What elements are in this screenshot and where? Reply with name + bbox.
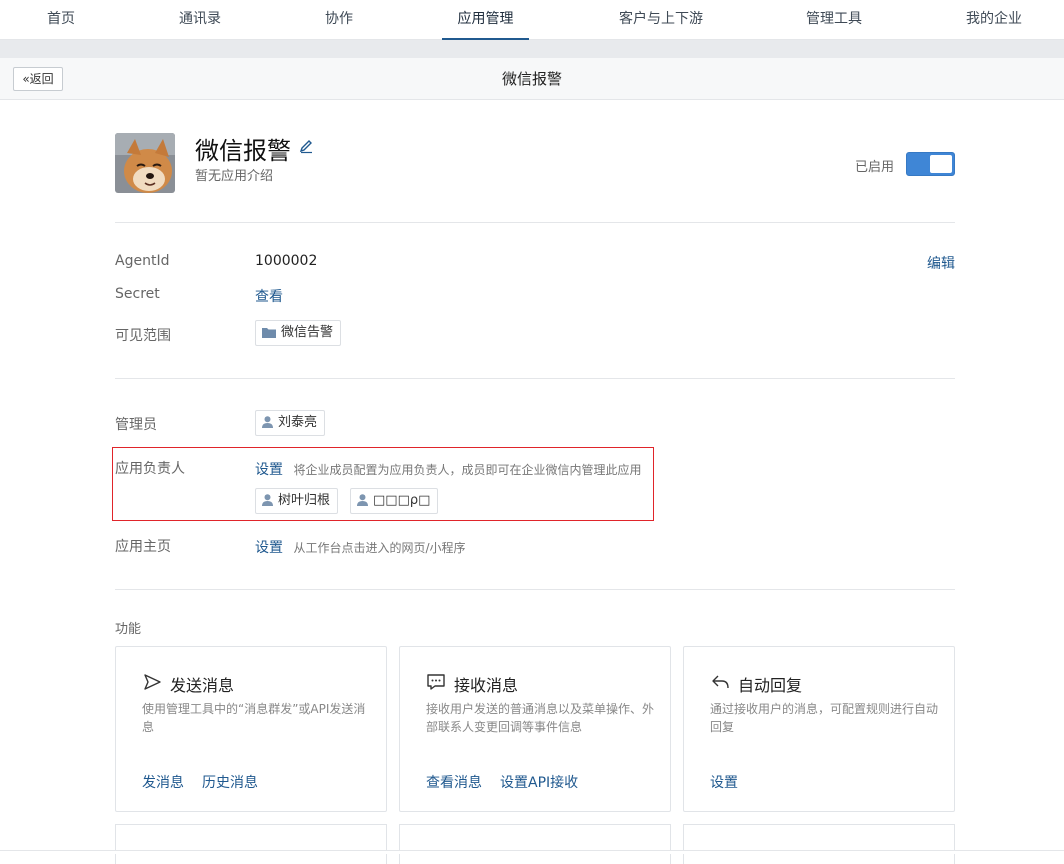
owner-tag[interactable]: 树叶归根 <box>255 488 339 515</box>
double-chevron-left-icon: « <box>22 72 30 86</box>
app-avatar <box>115 133 175 193</box>
admin-tag-label: 刘泰亮 <box>278 415 318 430</box>
app-description: 暂无应用介绍 <box>195 169 274 184</box>
pencil-icon[interactable] <box>298 138 314 154</box>
header-gap <box>0 40 1064 58</box>
owner-setting: 设置 将企业成员配置为应用负责人，成员即可在企业微信内管理此应用 <box>255 459 641 479</box>
divider <box>115 222 955 223</box>
nav-item-customers[interactable]: 客户与上下游 <box>612 0 710 40</box>
nav-item-management-tools[interactable]: 管理工具 <box>799 0 869 40</box>
user-icon <box>357 491 368 515</box>
auto-reply-settings-link[interactable]: 设置 <box>710 775 738 791</box>
reply-icon <box>710 672 730 692</box>
view-messages-link[interactable]: 查看消息 <box>426 775 482 791</box>
feature-card-partial <box>683 824 955 864</box>
enable-toggle[interactable] <box>906 152 955 176</box>
divider <box>115 589 955 590</box>
user-icon <box>262 491 273 515</box>
owner-tag[interactable]: □□□ρ□ <box>350 488 439 515</box>
agentid-value: 1000002 <box>255 253 318 269</box>
card-description: 使用管理工具中的“消息群发”或API发送消息 <box>142 702 366 734</box>
top-nav: 首页 通讯录 协作 应用管理 客户与上下游 管理工具 我的企业 <box>0 0 1064 40</box>
card-title: 自动回复 <box>738 676 803 695</box>
homepage-hint: 从工作台点击进入的网页/小程序 <box>293 541 466 555</box>
chat-icon <box>426 672 446 692</box>
edit-link[interactable]: 编辑 <box>927 253 955 273</box>
nav-item-home[interactable]: 首页 <box>40 0 82 40</box>
feature-card-send: 发送消息 使用管理工具中的“消息群发”或API发送消息 发消息 历史消息 <box>115 646 387 812</box>
toggle-knob <box>930 155 952 173</box>
dog-photo-icon <box>115 133 175 193</box>
scope-tag-label: 微信告警 <box>281 325 334 340</box>
page-title: 微信报警 <box>501 70 562 88</box>
admin-label: 管理员 <box>115 417 157 433</box>
feature-card-partial <box>115 824 387 864</box>
back-label: 返回 <box>29 72 54 86</box>
folder-icon <box>262 323 276 347</box>
owner-hint: 将企业成员配置为应用负责人，成员即可在企业微信内管理此应用 <box>293 463 642 477</box>
bottom-edge <box>0 850 1064 854</box>
card-title: 发送消息 <box>170 676 235 695</box>
divider <box>115 378 955 379</box>
card-description: 接收用户发送的普通消息以及菜单操作、外部联系人变更回调等事件信息 <box>426 702 655 734</box>
homepage-label: 应用主页 <box>115 539 171 555</box>
feature-card-partial <box>399 824 671 864</box>
set-api-receive-link[interactable]: 设置API接收 <box>500 775 578 791</box>
homepage-set-link[interactable]: 设置 <box>255 540 283 556</box>
admin-tag[interactable]: 刘泰亮 <box>255 410 326 437</box>
card-title: 接收消息 <box>454 676 519 695</box>
agentid-label: AgentId <box>115 253 170 269</box>
owner-tag-label: □□□ρ□ <box>373 493 431 508</box>
scope-tag[interactable]: 微信告警 <box>255 320 342 347</box>
secret-view-link[interactable]: 查看 <box>255 286 283 306</box>
feature-card-receive: 接收消息 接收用户发送的普通消息以及菜单操作、外部联系人变更回调等事件信息 查看… <box>399 646 671 812</box>
nav-item-contacts[interactable]: 通讯录 <box>172 0 228 40</box>
card-links: 查看消息 设置API接收 <box>426 772 596 792</box>
features-title: 功能 <box>115 622 142 637</box>
card-links: 设置 <box>710 772 756 792</box>
card-description: 通过接收用户的消息，可配置规则进行自动回复 <box>710 702 939 734</box>
secret-label: Secret <box>115 286 160 302</box>
owner-tag-label: 树叶归根 <box>278 493 331 508</box>
owner-set-link[interactable]: 设置 <box>255 462 283 478</box>
send-icon <box>142 672 162 692</box>
user-icon <box>262 413 273 437</box>
nav-item-app-management[interactable]: 应用管理 <box>442 0 529 40</box>
nav-item-collaboration[interactable]: 协作 <box>318 0 360 40</box>
homepage-setting: 设置 从工作台点击进入的网页/小程序 <box>255 537 466 557</box>
app-name: 微信报警 <box>195 137 291 165</box>
owner-label: 应用负责人 <box>115 461 185 477</box>
status-label: 已启用 <box>855 160 895 175</box>
nav-item-my-company[interactable]: 我的企业 <box>959 0 1029 40</box>
send-message-link[interactable]: 发消息 <box>142 775 184 791</box>
sub-header: 微信报警 «返回 <box>0 58 1064 100</box>
back-button[interactable]: «返回 <box>13 67 63 91</box>
scope-label: 可见范围 <box>115 328 171 344</box>
card-links: 发消息 历史消息 <box>142 772 276 792</box>
feature-card-auto-reply: 自动回复 通过接收用户的消息，可配置规则进行自动回复 设置 <box>683 646 955 812</box>
history-message-link[interactable]: 历史消息 <box>202 775 258 791</box>
